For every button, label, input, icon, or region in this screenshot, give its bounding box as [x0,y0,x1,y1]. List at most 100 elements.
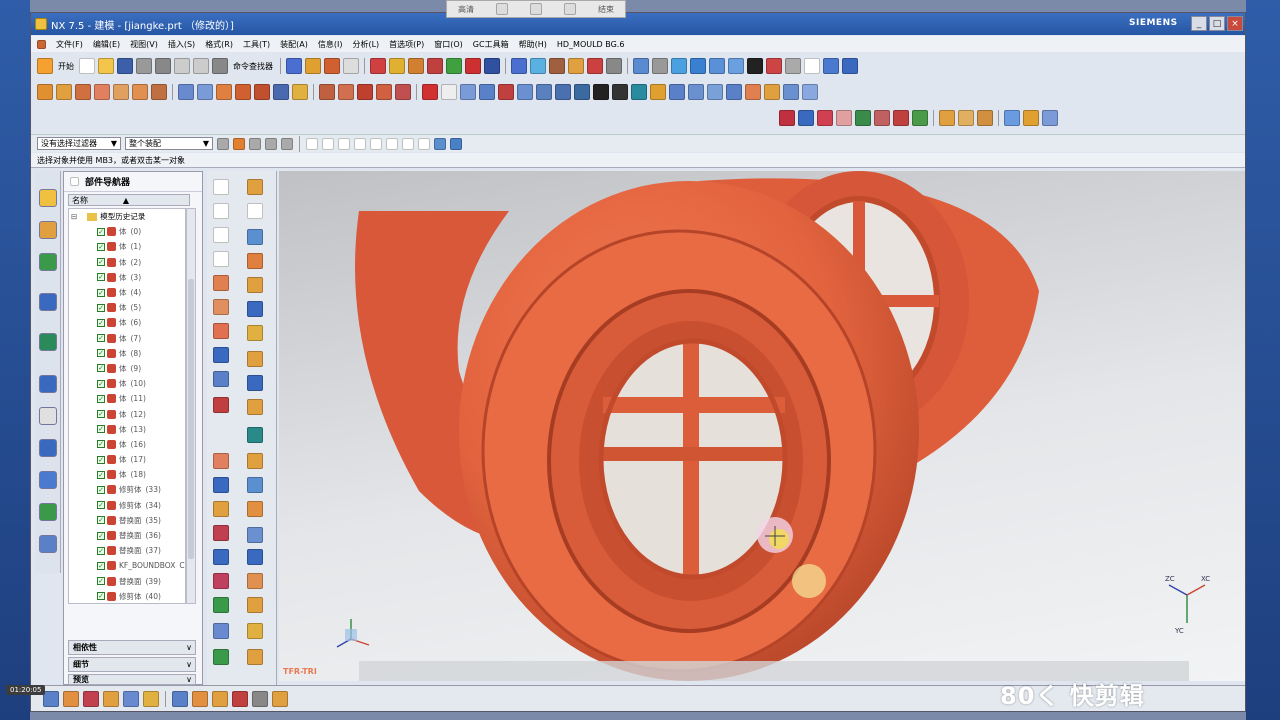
visibility-checkbox[interactable]: ✓ [97,334,105,343]
unite-icon[interactable] [213,347,229,363]
hd-c-icon[interactable] [817,110,833,126]
slot-icon[interactable] [151,84,167,100]
panel-details[interactable]: 细节 ∨ [68,657,196,672]
view-top-icon[interactable] [709,58,725,74]
tool-g-icon[interactable] [549,58,565,74]
color-icon[interactable] [232,690,248,707]
clip-icon[interactable] [192,690,208,707]
visibility-checkbox[interactable]: ✓ [97,485,105,494]
tree-row[interactable]: ✓ 修剪体 (33) [69,482,185,497]
column-header-name[interactable]: 名称 ▲ [68,194,190,206]
assembly-navigator-tab-icon[interactable] [39,221,57,239]
intersect-icon[interactable] [213,371,229,387]
tree-root[interactable]: ⊟ 模型历史记录 [69,209,185,224]
hd-b-icon[interactable] [798,110,814,126]
snap-face-icon[interactable] [434,137,446,150]
mold-j-icon[interactable] [688,84,704,100]
hd-d-icon[interactable] [836,110,852,126]
layer-icon[interactable] [389,58,405,74]
tree-row[interactable]: ✓ 体 (11) [69,391,185,406]
system-materials-tab-icon[interactable] [39,407,57,425]
visibility-checkbox[interactable]: ✓ [97,425,105,434]
hd-g-icon[interactable] [893,110,909,126]
tree-row[interactable]: ✓ 替换面 (39) [69,574,185,589]
mold-e-icon[interactable] [593,84,609,100]
surface-d-icon[interactable] [235,84,251,100]
wave-icon[interactable] [324,58,340,74]
snap-quadrant-icon[interactable] [386,137,398,150]
visibility-checkbox[interactable]: ✓ [97,440,105,449]
snap-point-icon[interactable] [233,137,245,150]
visibility-checkbox[interactable]: ✓ [97,592,105,601]
wireframe-icon[interactable] [766,58,782,74]
highlight-icon[interactable] [272,690,288,707]
visibility-checkbox[interactable]: ✓ [97,516,105,525]
view-section-icon[interactable] [172,690,188,707]
curve-b-icon[interactable] [338,84,354,100]
replace-face-icon[interactable] [247,501,263,517]
open-folder-icon[interactable] [98,58,114,74]
cone-icon[interactable] [479,84,495,100]
snap-point-on-icon[interactable] [402,137,414,150]
mold-m-icon[interactable] [745,84,761,100]
offset-region-icon[interactable] [213,573,229,589]
tree-row[interactable]: ✓ KF_BOUNDBOX C [69,558,185,573]
snap-center-icon[interactable] [370,137,382,150]
tree-row[interactable]: ✓ 体 (8) [69,346,185,361]
visibility-checkbox[interactable]: ✓ [97,410,105,419]
move-face-icon[interactable] [247,527,263,543]
snap-mid-icon[interactable] [322,137,334,150]
tree-row[interactable]: ✓ 替换面 (35) [69,513,185,528]
visibility-checkbox[interactable]: ✓ [97,303,105,312]
revolve-icon[interactable] [56,84,72,100]
hd-i-icon[interactable] [939,110,955,126]
surface-b-icon[interactable] [197,84,213,100]
mold-f-icon[interactable] [612,84,628,100]
rectangle-icon[interactable] [441,84,457,100]
mold-p-icon[interactable] [802,84,818,100]
visibility-checkbox[interactable]: ✓ [97,455,105,464]
synchronous-icon[interactable] [213,549,229,565]
menu-view[interactable]: 视图(V) [130,39,158,50]
recorder-region-icon[interactable] [496,3,508,15]
recorder-end-button[interactable]: 结束 [598,4,614,15]
fit-view-icon[interactable] [633,58,649,74]
menu-help[interactable]: 帮助(H) [519,39,547,50]
surface-f-icon[interactable] [273,84,289,100]
mold-g-icon[interactable] [631,84,647,100]
text-icon[interactable] [213,251,229,267]
menu-hd-mould[interactable]: HD_MOULD BG.6 [557,40,625,49]
tool-f-icon[interactable] [530,58,546,74]
menu-window[interactable]: 窗口(O) [434,39,463,50]
tree-row[interactable]: ✓ 体 (1) [69,239,185,254]
tool-d-icon[interactable] [484,58,500,74]
start-icon[interactable] [37,58,53,74]
snap-end-icon[interactable] [306,137,318,150]
print-icon[interactable] [136,58,152,74]
mold-i-icon[interactable] [669,84,685,100]
zoom-icon[interactable] [652,58,668,74]
orient-icon[interactable] [842,58,858,74]
chamfer-icon[interactable] [247,277,263,293]
datum-axis-icon[interactable] [247,253,263,269]
patch-icon[interactable] [247,453,263,469]
selection-filter-dropdown[interactable]: 没有选择过滤器 ▼ [37,137,121,150]
tree-row[interactable]: ✓ 体 (2) [69,255,185,270]
tool-i-icon[interactable] [587,58,603,74]
reuse-library-tab-icon[interactable] [39,253,57,271]
measure-angle-icon[interactable] [247,623,263,639]
tree-row[interactable]: ✓ 体 (7) [69,331,185,346]
measure-icon[interactable] [408,58,424,74]
shell-icon[interactable] [247,301,263,317]
view-right-icon[interactable] [728,58,744,74]
menu-preferences[interactable]: 首选项(P) [389,39,424,50]
curve-d-icon[interactable] [376,84,392,100]
surface-e-icon[interactable] [254,84,270,100]
tool-j-icon[interactable] [606,58,622,74]
tree-row[interactable]: ✓ 体 (13) [69,422,185,437]
mold-o-icon[interactable] [783,84,799,100]
translucency-icon[interactable] [252,690,268,707]
tool-c-icon[interactable] [465,58,481,74]
tree-row[interactable]: ✓ 体 (4) [69,285,185,300]
tool-e-icon[interactable] [511,58,527,74]
